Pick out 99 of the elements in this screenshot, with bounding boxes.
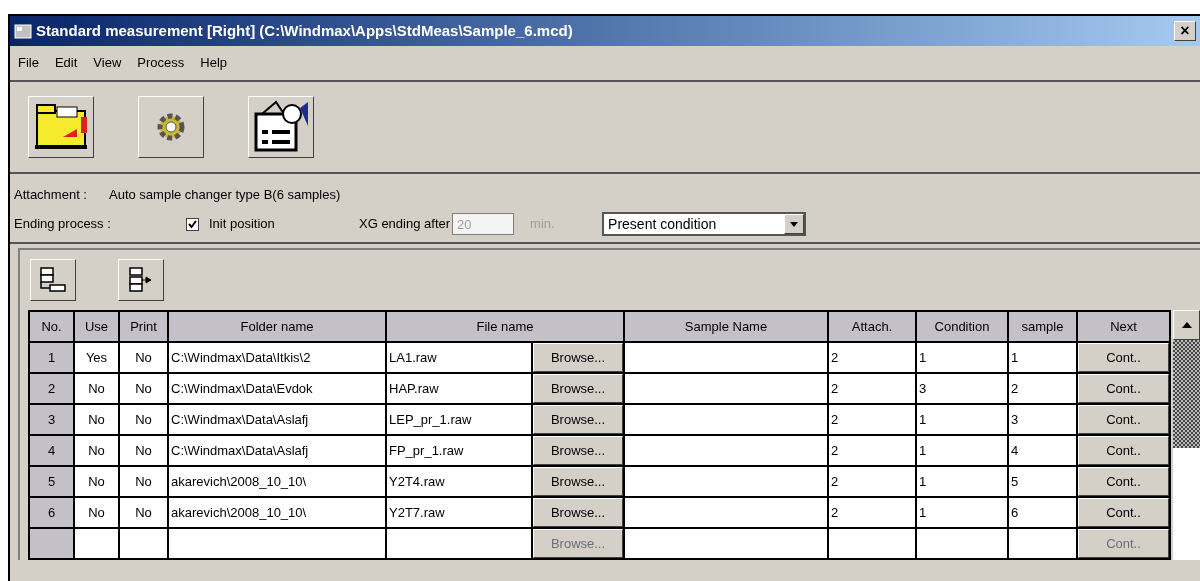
attachment-label: Attachment :	[14, 186, 87, 205]
init-position-checkbox[interactable]	[186, 217, 199, 231]
up-arrow-icon	[1181, 322, 1192, 328]
menu-item[interactable]: View	[93, 53, 122, 73]
row-number-cell: 2	[30, 374, 75, 405]
browse-button[interactable]: Browse...	[533, 374, 623, 403]
table-cell: 1	[917, 436, 1009, 467]
column-header: Folder name	[169, 312, 387, 343]
menu-item[interactable]: Edit	[54, 53, 78, 73]
table-cell: 1	[917, 405, 1009, 436]
table-cell: 1	[917, 498, 1009, 529]
table-cell: 2	[829, 405, 917, 436]
row-number-cell: 5	[30, 467, 75, 498]
table-cell: No	[75, 498, 120, 529]
column-header: sample	[1009, 312, 1078, 343]
table-cell: LEP_pr_1.raw	[387, 405, 533, 436]
scroll-up-button[interactable]	[1173, 310, 1200, 340]
continue-button[interactable]: Cont..	[1078, 374, 1169, 403]
ending-process-label: Ending process :	[14, 215, 112, 234]
table-cell: No	[75, 405, 120, 436]
column-header: Print	[120, 312, 169, 343]
menu-item[interactable]: Process	[137, 53, 185, 73]
table-cell: akarevich\2008_10_10\	[169, 498, 387, 529]
close-button[interactable]: ×	[1174, 21, 1196, 41]
table-cell	[75, 529, 120, 560]
table-cell: No	[75, 467, 120, 498]
table-cell: No	[120, 436, 169, 467]
browse-button[interactable]: Browse...	[533, 498, 623, 527]
report-toolbar-button[interactable]	[248, 96, 314, 158]
continue-button[interactable]: Cont..	[1078, 467, 1169, 496]
table-cell: C:\Windmax\Data\Aslafj	[169, 436, 387, 467]
xg-ending-label: XG ending after	[359, 215, 451, 234]
folder-icon	[33, 103, 89, 151]
table-cell	[120, 529, 169, 560]
row-number-cell: 4	[30, 436, 75, 467]
table-cell: 2	[829, 343, 917, 374]
row-number-cell: 3	[30, 405, 75, 436]
init-position-label: Init position	[209, 215, 276, 234]
row-number-cell: 1	[30, 343, 75, 374]
table-cell: 2	[1009, 374, 1078, 405]
table-cell: 2	[829, 498, 917, 529]
menu-item[interactable]: Help	[200, 53, 228, 73]
table-cell: 1	[917, 343, 1009, 374]
menu-item[interactable]: File	[18, 53, 39, 73]
table-cell: No	[120, 405, 169, 436]
dropdown-arrow-icon	[790, 221, 799, 227]
column-header: No.	[30, 312, 75, 343]
column-header: Next	[1078, 312, 1171, 343]
column-header: Use	[75, 312, 120, 343]
move-row-button[interactable]	[118, 259, 164, 301]
scrollbar-thumb[interactable]	[1173, 340, 1200, 448]
window-title: Standard measurement [Right] (C:\Windmax\Apps\StdMeas\Sample_6.mcd)	[36, 20, 573, 41]
table-cell: 2	[829, 436, 917, 467]
continue-button[interactable]: Cont..	[1078, 498, 1169, 527]
table-cell: No	[120, 343, 169, 374]
column-header: Attach.	[829, 312, 917, 343]
rows-icon	[38, 266, 68, 294]
browse-button[interactable]: Browse...	[533, 436, 623, 465]
table-cell: 6	[1009, 498, 1078, 529]
table-cell: Yes	[75, 343, 120, 374]
table-cell: C:\Windmax\Data\Evdok	[169, 374, 387, 405]
table-cell: LA1.raw	[387, 343, 533, 374]
attachment-value: Auto sample changer type B(6 samples)	[109, 186, 341, 205]
settings-toolbar-button[interactable]	[138, 96, 204, 158]
table-cell: C:\Windmax\Data\Itkis\2	[169, 343, 387, 374]
app-icon	[14, 23, 32, 39]
column-header: Sample Name	[625, 312, 829, 343]
condition-dropdown[interactable]: Present condition	[602, 212, 807, 236]
table-cell: No	[75, 436, 120, 467]
browse-button[interactable]: Browse...	[533, 405, 623, 434]
folder-toolbar-button[interactable]	[28, 96, 94, 158]
table-cell: 3	[1009, 405, 1078, 436]
table-cell: 5	[1009, 467, 1078, 498]
table-cell: 1	[917, 467, 1009, 498]
continue-button[interactable]: Cont..	[1078, 405, 1169, 434]
table-cell: Y2T4.raw	[387, 467, 533, 498]
browse-button[interactable]: Browse...	[533, 467, 623, 496]
table-cell: No	[120, 374, 169, 405]
column-header: Condition	[917, 312, 1009, 343]
table-cell: No	[75, 374, 120, 405]
table-cell: akarevich\2008_10_10\	[169, 467, 387, 498]
table-cell: 2	[829, 467, 917, 498]
row-number-cell: 6	[30, 498, 75, 529]
insert-row-button[interactable]	[30, 259, 76, 301]
table-cell: 2	[829, 374, 917, 405]
table-cell: C:\Windmax\Data\Aslafj	[169, 405, 387, 436]
table-cell: No	[120, 498, 169, 529]
column-header: File name	[387, 312, 625, 343]
browse-button[interactable]: Browse...	[533, 343, 623, 372]
continue-button[interactable]: Cont..	[1078, 436, 1169, 465]
table-cell: HAP.raw	[387, 374, 533, 405]
table-cell: Y2T7.raw	[387, 498, 533, 529]
table-cell: No	[120, 467, 169, 498]
table-cell: FP_pr_1.raw	[387, 436, 533, 467]
continue-button[interactable]: Cont..	[1078, 343, 1169, 372]
clipboard-icon	[252, 100, 310, 154]
table-cell: 1	[1009, 343, 1078, 374]
table-cell: 4	[1009, 436, 1078, 467]
table-cell: 3	[917, 374, 1009, 405]
